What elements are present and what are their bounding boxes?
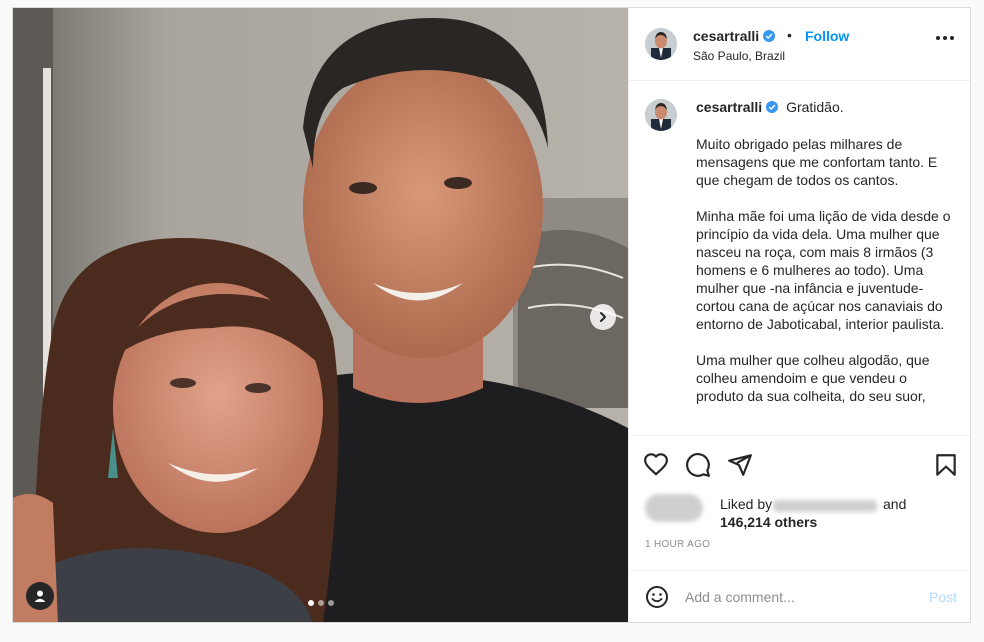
post-comment-button[interactable]: Post (929, 589, 957, 605)
more-options-button[interactable] (936, 36, 954, 40)
more-icon-dot (943, 36, 947, 40)
carousel-dot (317, 600, 324, 606)
caption-first-line: Gratidão. (786, 99, 844, 115)
liker-avatars-blurred (645, 494, 703, 522)
verified-icon (766, 101, 779, 113)
carousel-dot-active (307, 600, 314, 606)
header-separator: • (787, 27, 792, 43)
emoji-icon[interactable] (645, 585, 669, 609)
caption-paragraph: Minha mãe foi uma lição de vida desde o … (696, 208, 951, 332)
action-bar (629, 446, 970, 492)
caption-paragraph: Uma mulher que colheu algodão, que colhe… (696, 352, 930, 404)
likes-summary: Liked by and 146,214 others (645, 494, 965, 530)
avatar-image (645, 28, 677, 60)
author-username-text[interactable]: cesartralli (693, 28, 759, 44)
likes-others-count[interactable]: 146,214 others (720, 514, 817, 530)
bookmark-icon[interactable] (933, 452, 959, 478)
instagram-post: cesartralli • Follow São Paulo, Brazil c… (12, 7, 971, 623)
caption-paragraph: Muito obrigado pelas milhares de mensage… (696, 136, 938, 188)
liked-by-label: Liked by (720, 496, 773, 512)
caption-header: cesartralli Gratidão. (696, 99, 844, 115)
heart-icon[interactable] (643, 452, 669, 478)
add-comment-bar: Post (629, 570, 970, 622)
author-avatar[interactable] (645, 28, 677, 60)
caption-text: Muito obrigado pelas milhares de mensage… (696, 135, 958, 423)
carousel-indicator (13, 600, 628, 606)
more-icon-dot (936, 36, 940, 40)
post-location[interactable]: São Paulo, Brazil (693, 49, 785, 63)
comment-input[interactable] (685, 586, 915, 608)
liker-name-blurred[interactable] (773, 500, 877, 512)
likes-and-label: and (883, 496, 907, 512)
post-side-panel: cesartralli • Follow São Paulo, Brazil c… (628, 8, 970, 622)
comments-section[interactable]: cesartralli Gratidão. Muito obrigado pel… (629, 81, 970, 436)
chevron-right-icon (600, 312, 606, 322)
comment-icon[interactable] (685, 452, 711, 478)
next-slide-button[interactable] (590, 304, 616, 330)
post-photo (13, 8, 628, 622)
author-username[interactable]: cesartralli (693, 28, 776, 44)
carousel-dot (327, 600, 334, 606)
post-timestamp[interactable]: 1 HOUR AGO (645, 539, 710, 550)
post-header: cesartralli • Follow São Paulo, Brazil (629, 8, 970, 81)
verified-icon (763, 30, 776, 42)
caption-username[interactable]: cesartralli (696, 99, 762, 115)
share-icon[interactable] (727, 452, 753, 478)
avatar-image (645, 99, 677, 131)
more-icon-dot (950, 36, 954, 40)
caption-author-avatar[interactable] (645, 99, 677, 131)
post-media[interactable] (13, 8, 628, 622)
follow-button[interactable]: Follow (805, 28, 849, 44)
